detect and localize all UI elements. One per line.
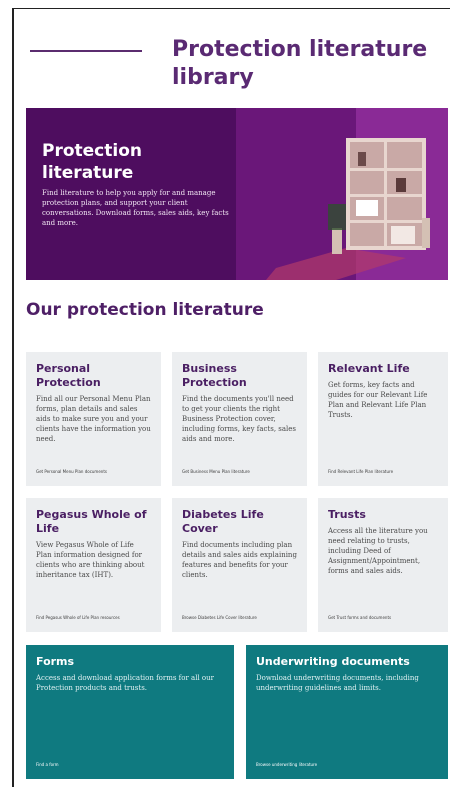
card-link[interactable]: Browse underwriting literature <box>256 762 317 767</box>
card-link[interactable]: Get Business Menu Plan literature <box>182 469 250 474</box>
page-header: Protection literature library <box>26 32 436 102</box>
card-link[interactable]: Find Relevant Life Plan literature <box>328 469 393 474</box>
card-description: View Pegasus Whole of Life Plan informat… <box>36 541 145 579</box>
card-link[interactable]: Get Trust forms and documents <box>328 615 391 620</box>
page-title: Protection literature library <box>172 37 428 90</box>
card-personal-protection[interactable]: Personal Protection Find all our Persona… <box>26 352 161 486</box>
card-title: Pegasus Whole of Life <box>36 508 147 535</box>
card-title: Trusts <box>328 508 366 521</box>
hero-description: Find literature to help you apply for an… <box>42 189 229 227</box>
card-description: Find documents including plan details an… <box>182 541 297 579</box>
card-underwriting-documents[interactable]: Underwriting documents Download underwri… <box>246 645 448 779</box>
card-link[interactable]: Find a form <box>36 762 59 767</box>
card-title: Business Protection <box>182 362 247 389</box>
card-trusts[interactable]: Trusts Access all the literature you nee… <box>318 498 448 632</box>
card-link[interactable]: Browse Diabetes Life Cover literature <box>182 615 257 620</box>
card-description: Access and download application forms fo… <box>36 674 214 692</box>
card-title: Relevant Life <box>328 362 410 375</box>
card-title: Forms <box>36 655 75 668</box>
card-diabetes-life-cover[interactable]: Diabetes Life Cover Find documents inclu… <box>172 498 307 632</box>
card-pegasus-whole-of-life[interactable]: Pegasus Whole of Life View Pegasus Whole… <box>26 498 161 632</box>
header-rule <box>30 50 142 52</box>
card-link[interactable]: Get Personal Menu Plan documents <box>36 469 107 474</box>
card-description: Get forms, key facts and guides for our … <box>328 381 428 419</box>
card-description: Access all the literature you need relat… <box>328 527 428 575</box>
hero-banner: Protection literature Find literature to… <box>26 108 448 280</box>
section-title: Our protection literature <box>26 300 264 320</box>
card-title: Underwriting documents <box>256 655 410 668</box>
hero-shelf-image <box>236 108 448 280</box>
card-business-protection[interactable]: Business Protection Find the documents y… <box>172 352 307 486</box>
card-link[interactable]: Find Pegasus Whole of Life Plan resource… <box>36 615 120 620</box>
card-description: Find all our Personal Menu Plan forms, p… <box>36 395 151 443</box>
card-description: Download underwriting documents, includi… <box>256 674 419 692</box>
hero-title: Protection literature <box>42 141 142 183</box>
card-description: Find the documents you'll need to get yo… <box>182 395 297 443</box>
card-relevant-life[interactable]: Relevant Life Get forms, key facts and g… <box>318 352 448 486</box>
card-title: Personal Protection <box>36 362 101 389</box>
card-forms[interactable]: Forms Access and download application fo… <box>26 645 234 779</box>
card-title: Diabetes Life Cover <box>182 508 264 535</box>
